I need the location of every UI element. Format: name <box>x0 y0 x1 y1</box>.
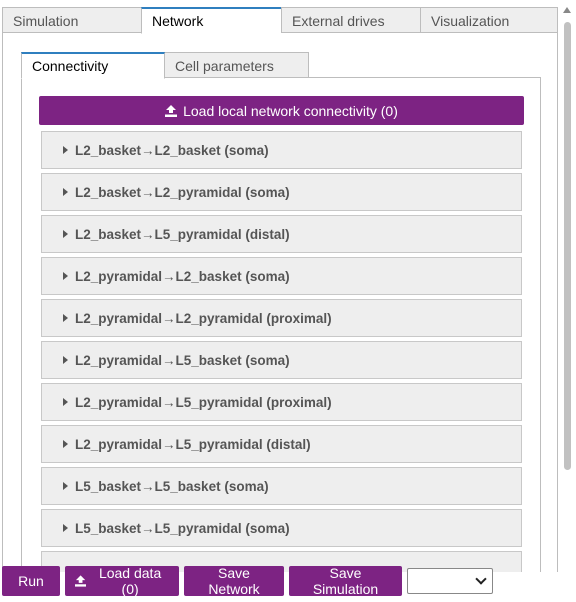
caret-right-icon <box>63 188 68 196</box>
caret-right-icon <box>63 356 68 364</box>
tab-network[interactable]: Network <box>141 7 281 34</box>
load-data-button[interactable]: Load data (0) <box>65 565 179 597</box>
tab-visualization[interactable]: Visualization <box>420 7 558 33</box>
connection-item[interactable]: L2_pyramidal→L5_pyramidal (distal) <box>41 425 522 463</box>
run-button[interactable]: Run <box>2 566 60 596</box>
caret-right-icon <box>63 146 68 154</box>
tab-simulation[interactable]: Simulation <box>2 7 141 33</box>
connection-label: L2_basket→L2_pyramidal (soma) <box>75 184 290 200</box>
network-panel: Connectivity Cell parameters Load local … <box>2 32 558 572</box>
save-network-button[interactable]: Save Network <box>184 565 284 597</box>
tab-cell-parameters[interactable]: Cell parameters <box>165 52 309 78</box>
connection-label: L2_basket→L5_pyramidal (distal) <box>75 226 290 242</box>
connection-label: L5_basket→L5_basket (soma) <box>75 478 269 494</box>
load-connectivity-button[interactable]: Load local network connectivity (0) <box>39 96 524 125</box>
connection-label: L2_basket→L2_basket (soma) <box>75 142 269 158</box>
connection-item[interactable]: L2_basket→L2_pyramidal (soma) <box>41 173 522 211</box>
scrollbar[interactable] <box>561 7 574 470</box>
caret-right-icon <box>63 398 68 406</box>
caret-right-icon <box>63 272 68 280</box>
upload-icon <box>165 104 178 117</box>
connectivity-panel: Load local network connectivity (0) L2_b… <box>21 77 541 572</box>
bottom-toolbar: Run Load data (0) Save Network Save Simu… <box>2 565 493 597</box>
connection-list: L2_basket→L2_basket (soma) L2_basket→L2_… <box>41 131 522 572</box>
caret-right-icon <box>63 440 68 448</box>
load-data-label: Load data (0) <box>98 565 162 597</box>
connection-label: L2_pyramidal→L5_basket (soma) <box>75 352 290 368</box>
connection-item[interactable]: L2_basket→L2_basket (soma) <box>41 131 522 169</box>
sub-tab-bar: Connectivity Cell parameters <box>21 52 309 79</box>
chevron-down-icon <box>475 573 487 585</box>
save-simulation-button[interactable]: Save Simulation <box>289 565 402 597</box>
caret-right-icon <box>63 230 68 238</box>
connection-item[interactable]: L5_basket→L5_pyramidal (soma) <box>41 509 522 547</box>
connection-label: L2_pyramidal→L5_pyramidal (distal) <box>75 436 311 452</box>
connection-item[interactable]: L2_pyramidal→L2_pyramidal (proximal) <box>41 299 522 337</box>
tab-connectivity[interactable]: Connectivity <box>21 52 165 79</box>
scroll-up-arrow-icon[interactable] <box>563 7 571 13</box>
connection-label: L5_basket→L5_pyramidal (soma) <box>75 520 290 536</box>
scroll-thumb[interactable] <box>564 22 571 470</box>
connection-item[interactable]: L2_pyramidal→L2_basket (soma) <box>41 257 522 295</box>
simulation-dropdown[interactable] <box>407 568 493 594</box>
connection-item[interactable]: L2_basket→L5_pyramidal (distal) <box>41 215 522 253</box>
connection-item[interactable]: L5_basket→L5_basket (soma) <box>41 467 522 505</box>
caret-right-icon <box>63 314 68 322</box>
connection-label: L2_pyramidal→L2_basket (soma) <box>75 268 290 284</box>
tab-external-drives[interactable]: External drives <box>281 7 420 33</box>
connection-label: L2_pyramidal→L2_pyramidal (proximal) <box>75 310 332 326</box>
connection-label: L2_pyramidal→L5_pyramidal (proximal) <box>75 394 332 410</box>
connection-item[interactable]: L2_pyramidal→L5_basket (soma) <box>41 341 522 379</box>
caret-right-icon <box>63 482 68 490</box>
connection-item[interactable]: L2_pyramidal→L5_pyramidal (proximal) <box>41 383 522 421</box>
main-tab-bar: Simulation Network External drives Visua… <box>2 7 558 34</box>
load-connectivity-label: Load local network connectivity (0) <box>183 102 398 119</box>
caret-right-icon <box>63 524 68 532</box>
upload-icon <box>75 575 87 587</box>
